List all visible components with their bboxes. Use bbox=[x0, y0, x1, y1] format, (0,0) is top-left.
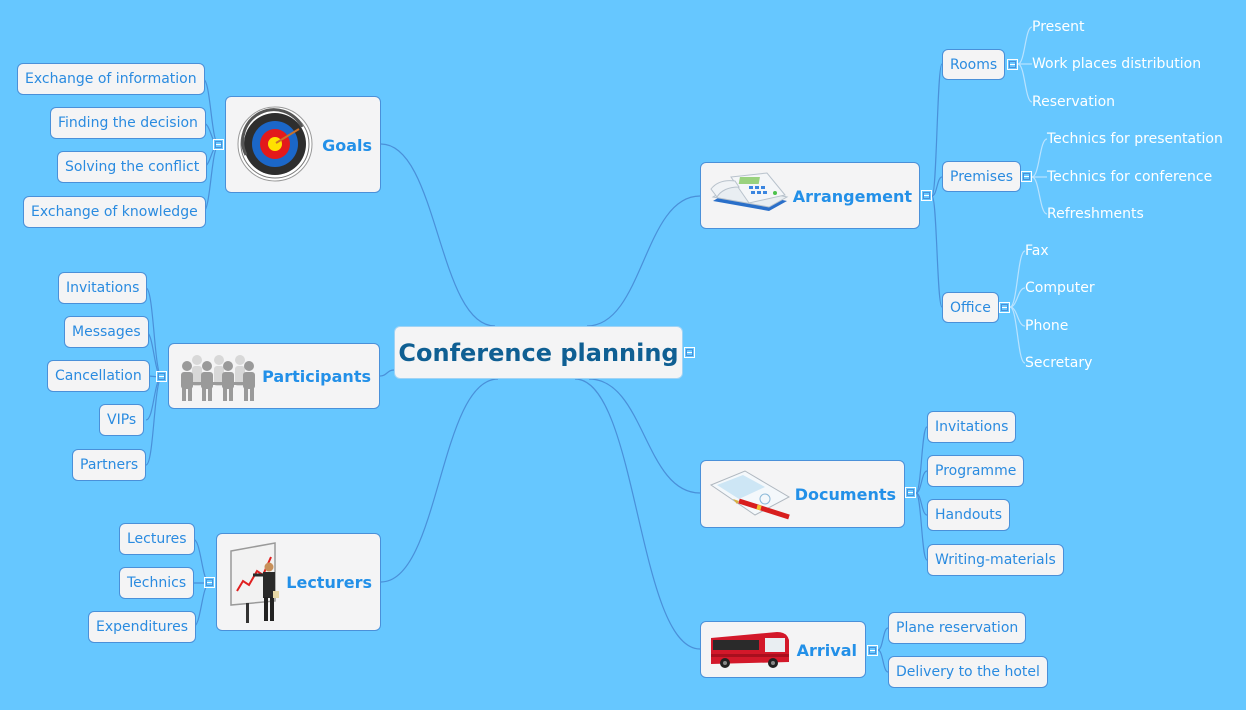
connector-arrangement-child bbox=[931, 195, 943, 308]
topic-arrangement[interactable]: Arrangement bbox=[700, 162, 920, 229]
telephone-icon bbox=[709, 171, 791, 225]
connector-root-participants bbox=[379, 369, 395, 377]
participants-child[interactable]: Invitations bbox=[58, 272, 148, 304]
connector-office-child bbox=[1009, 306, 1026, 327]
connector-participants-child bbox=[145, 376, 163, 466]
connector-arrival-child bbox=[877, 627, 889, 651]
arrangement-rooms[interactable]: Rooms bbox=[942, 49, 1006, 80]
arrangement-premises[interactable]: Premises bbox=[942, 161, 1021, 192]
topic-lecturers-label: Lecturers bbox=[286, 573, 372, 592]
connector-arrangement-child bbox=[931, 176, 943, 197]
collapse-toggle-arrangement[interactable] bbox=[921, 190, 932, 201]
participants-child[interactable]: VIPs bbox=[99, 404, 145, 436]
topic-participants[interactable]: Participants bbox=[168, 343, 380, 409]
office-child[interactable]: Secretary bbox=[1025, 355, 1092, 371]
participants-child[interactable]: Messages bbox=[64, 316, 149, 348]
collapse-toggle-arrival[interactable] bbox=[867, 645, 878, 656]
rooms-child[interactable]: Present bbox=[1032, 19, 1085, 35]
connector-rooms-child bbox=[1017, 26, 1033, 65]
topic-documents-label: Documents bbox=[794, 485, 896, 504]
people-icon bbox=[177, 352, 259, 406]
premises-child[interactable]: Refreshments bbox=[1047, 206, 1144, 222]
document-pen-icon bbox=[709, 469, 791, 525]
collapse-toggle-office[interactable] bbox=[999, 302, 1010, 313]
lecturers-child[interactable]: Technics bbox=[119, 567, 195, 599]
participants-child[interactable]: Cancellation bbox=[47, 360, 150, 392]
connector-rooms-child bbox=[1017, 63, 1033, 103]
goals-child[interactable]: Exchange of knowledge bbox=[23, 196, 206, 228]
topic-arrival[interactable]: Arrival bbox=[700, 621, 866, 678]
premises-child[interactable]: Technics for presentation bbox=[1047, 131, 1223, 147]
lecturers-child[interactable]: Expenditures bbox=[88, 611, 196, 643]
premises-child[interactable]: Technics for conference bbox=[1047, 169, 1212, 185]
connector-root-goals bbox=[380, 143, 496, 327]
collapse-toggle-lecturers[interactable] bbox=[204, 577, 215, 588]
goals-child[interactable]: Solving the conflict bbox=[57, 151, 208, 183]
connector-root-arrival bbox=[574, 378, 701, 650]
connector-root-lecturers bbox=[380, 378, 499, 583]
connector-office-child bbox=[1009, 306, 1026, 364]
office-child[interactable]: Fax bbox=[1025, 243, 1049, 259]
connector-premises-child bbox=[1031, 138, 1048, 178]
connector-documents-child bbox=[915, 492, 928, 516]
office-child[interactable]: Phone bbox=[1025, 318, 1068, 334]
connector-arrival-child bbox=[877, 649, 889, 673]
connector-documents-child bbox=[915, 426, 928, 494]
office-child[interactable]: Computer bbox=[1025, 280, 1095, 296]
connector-root-documents bbox=[588, 378, 701, 494]
connector-arrangement-child bbox=[931, 63, 943, 197]
topic-participants-label: Participants bbox=[262, 367, 371, 386]
documents-child[interactable]: Handouts bbox=[927, 499, 1011, 531]
topic-goals-label: Goals bbox=[322, 136, 372, 155]
participants-child[interactable]: Partners bbox=[72, 449, 147, 481]
connector-office-child bbox=[1009, 287, 1026, 308]
collapse-toggle-goals[interactable] bbox=[213, 139, 224, 150]
topic-arrangement-label: Arrangement bbox=[792, 187, 912, 206]
topic-lecturers[interactable]: Lecturers bbox=[216, 533, 381, 631]
connector-root-arrangement bbox=[586, 195, 701, 327]
arrival-child[interactable]: Plane reservation bbox=[888, 612, 1027, 644]
lecturers-child[interactable]: Lectures bbox=[119, 523, 195, 555]
topic-arrival-label: Arrival bbox=[796, 641, 857, 660]
topic-goals[interactable]: Goals bbox=[225, 96, 381, 193]
documents-child[interactable]: Writing-materials bbox=[927, 544, 1064, 576]
rooms-child[interactable]: Reservation bbox=[1032, 94, 1115, 110]
topic-documents[interactable]: Documents bbox=[700, 460, 905, 528]
documents-child[interactable]: Programme bbox=[927, 455, 1025, 487]
collapse-toggle-root[interactable] bbox=[684, 347, 695, 358]
goals-child[interactable]: Finding the decision bbox=[50, 107, 206, 139]
collapse-toggle-participants[interactable] bbox=[156, 371, 167, 382]
connector-premises-child bbox=[1031, 176, 1048, 215]
connector-documents-child bbox=[915, 492, 928, 561]
goals-child[interactable]: Exchange of information bbox=[17, 63, 205, 95]
rooms-child[interactable]: Work places distribution bbox=[1032, 56, 1201, 72]
connector-office-child bbox=[1009, 250, 1026, 308]
arrival-child[interactable]: Delivery to the hotel bbox=[888, 656, 1048, 688]
collapse-toggle-premises[interactable] bbox=[1021, 171, 1032, 182]
connector-documents-child bbox=[915, 470, 928, 494]
presenter-icon bbox=[229, 541, 285, 629]
arrangement-office[interactable]: Office bbox=[942, 292, 999, 323]
collapse-toggle-rooms[interactable] bbox=[1007, 59, 1018, 70]
documents-child[interactable]: Invitations bbox=[927, 411, 1017, 443]
root-topic[interactable]: Conference planning bbox=[394, 326, 683, 379]
collapse-toggle-documents[interactable] bbox=[905, 487, 916, 498]
bus-icon bbox=[709, 630, 791, 674]
target-icon bbox=[236, 105, 314, 187]
